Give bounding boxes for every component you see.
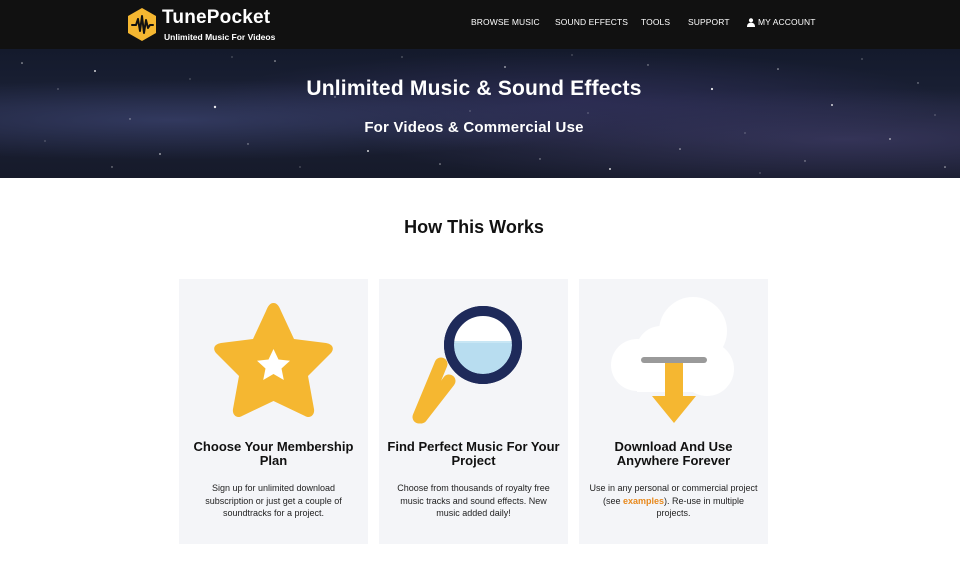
cloud-download-icon bbox=[611, 297, 734, 423]
step-description-text: ). Re-use in multiple projects. bbox=[656, 495, 745, 519]
step-description: Use in any personal or commercial projec… bbox=[589, 482, 758, 520]
step-description: Choose from thousands of royalty free mu… bbox=[397, 483, 550, 518]
hero-title: Unlimited Music & Sound Effects bbox=[306, 77, 642, 100]
starfield-background bbox=[21, 54, 946, 174]
examples-link[interactable]: examples bbox=[623, 496, 664, 506]
step-title: Choose Your Membership Plan bbox=[193, 439, 354, 468]
nav-sound-effects[interactable]: SOUND EFFECTS bbox=[555, 17, 628, 28]
brand-name: TunePocket bbox=[162, 7, 271, 28]
step-title: Find Perfect Music For Your Project bbox=[387, 439, 560, 468]
step-card-membership: Choose Your Membership Plan Sign up for … bbox=[179, 279, 368, 544]
how-it-works-heading: How This Works bbox=[404, 217, 544, 237]
magnifier-icon bbox=[412, 306, 522, 424]
brand-logo-link[interactable]: TunePocket Unlimited Music For Videos bbox=[127, 8, 275, 43]
step-title: Download And Use Anywhere Forever bbox=[614, 439, 733, 468]
nav-my-account-label: MY ACCOUNT bbox=[758, 17, 816, 27]
nav-my-account[interactable]: MY ACCOUNT bbox=[747, 17, 816, 28]
star-icon bbox=[214, 303, 333, 418]
step-description: Sign up for unlimited download subscript… bbox=[205, 483, 342, 518]
hero-banner: Unlimited Music & Sound Effects For Vide… bbox=[0, 49, 960, 178]
top-navigation-bar: TunePocket Unlimited Music For Videos BR… bbox=[0, 0, 960, 49]
waveform-hexagon-icon bbox=[128, 8, 156, 41]
user-icon bbox=[747, 18, 755, 27]
step-card-find-music: Find Perfect Music For Your Project Choo… bbox=[379, 279, 568, 544]
nav-browse-music[interactable]: BROWSE MUSIC bbox=[471, 17, 540, 28]
nav-support[interactable]: SUPPORT bbox=[688, 17, 730, 28]
brand-tagline: Unlimited Music For Videos bbox=[164, 32, 276, 42]
step-card-download: Download And Use Anywhere Forever Use in… bbox=[579, 279, 768, 544]
hero-subtitle: For Videos & Commercial Use bbox=[364, 119, 584, 136]
nav-tools[interactable]: TOOLS bbox=[641, 17, 670, 28]
